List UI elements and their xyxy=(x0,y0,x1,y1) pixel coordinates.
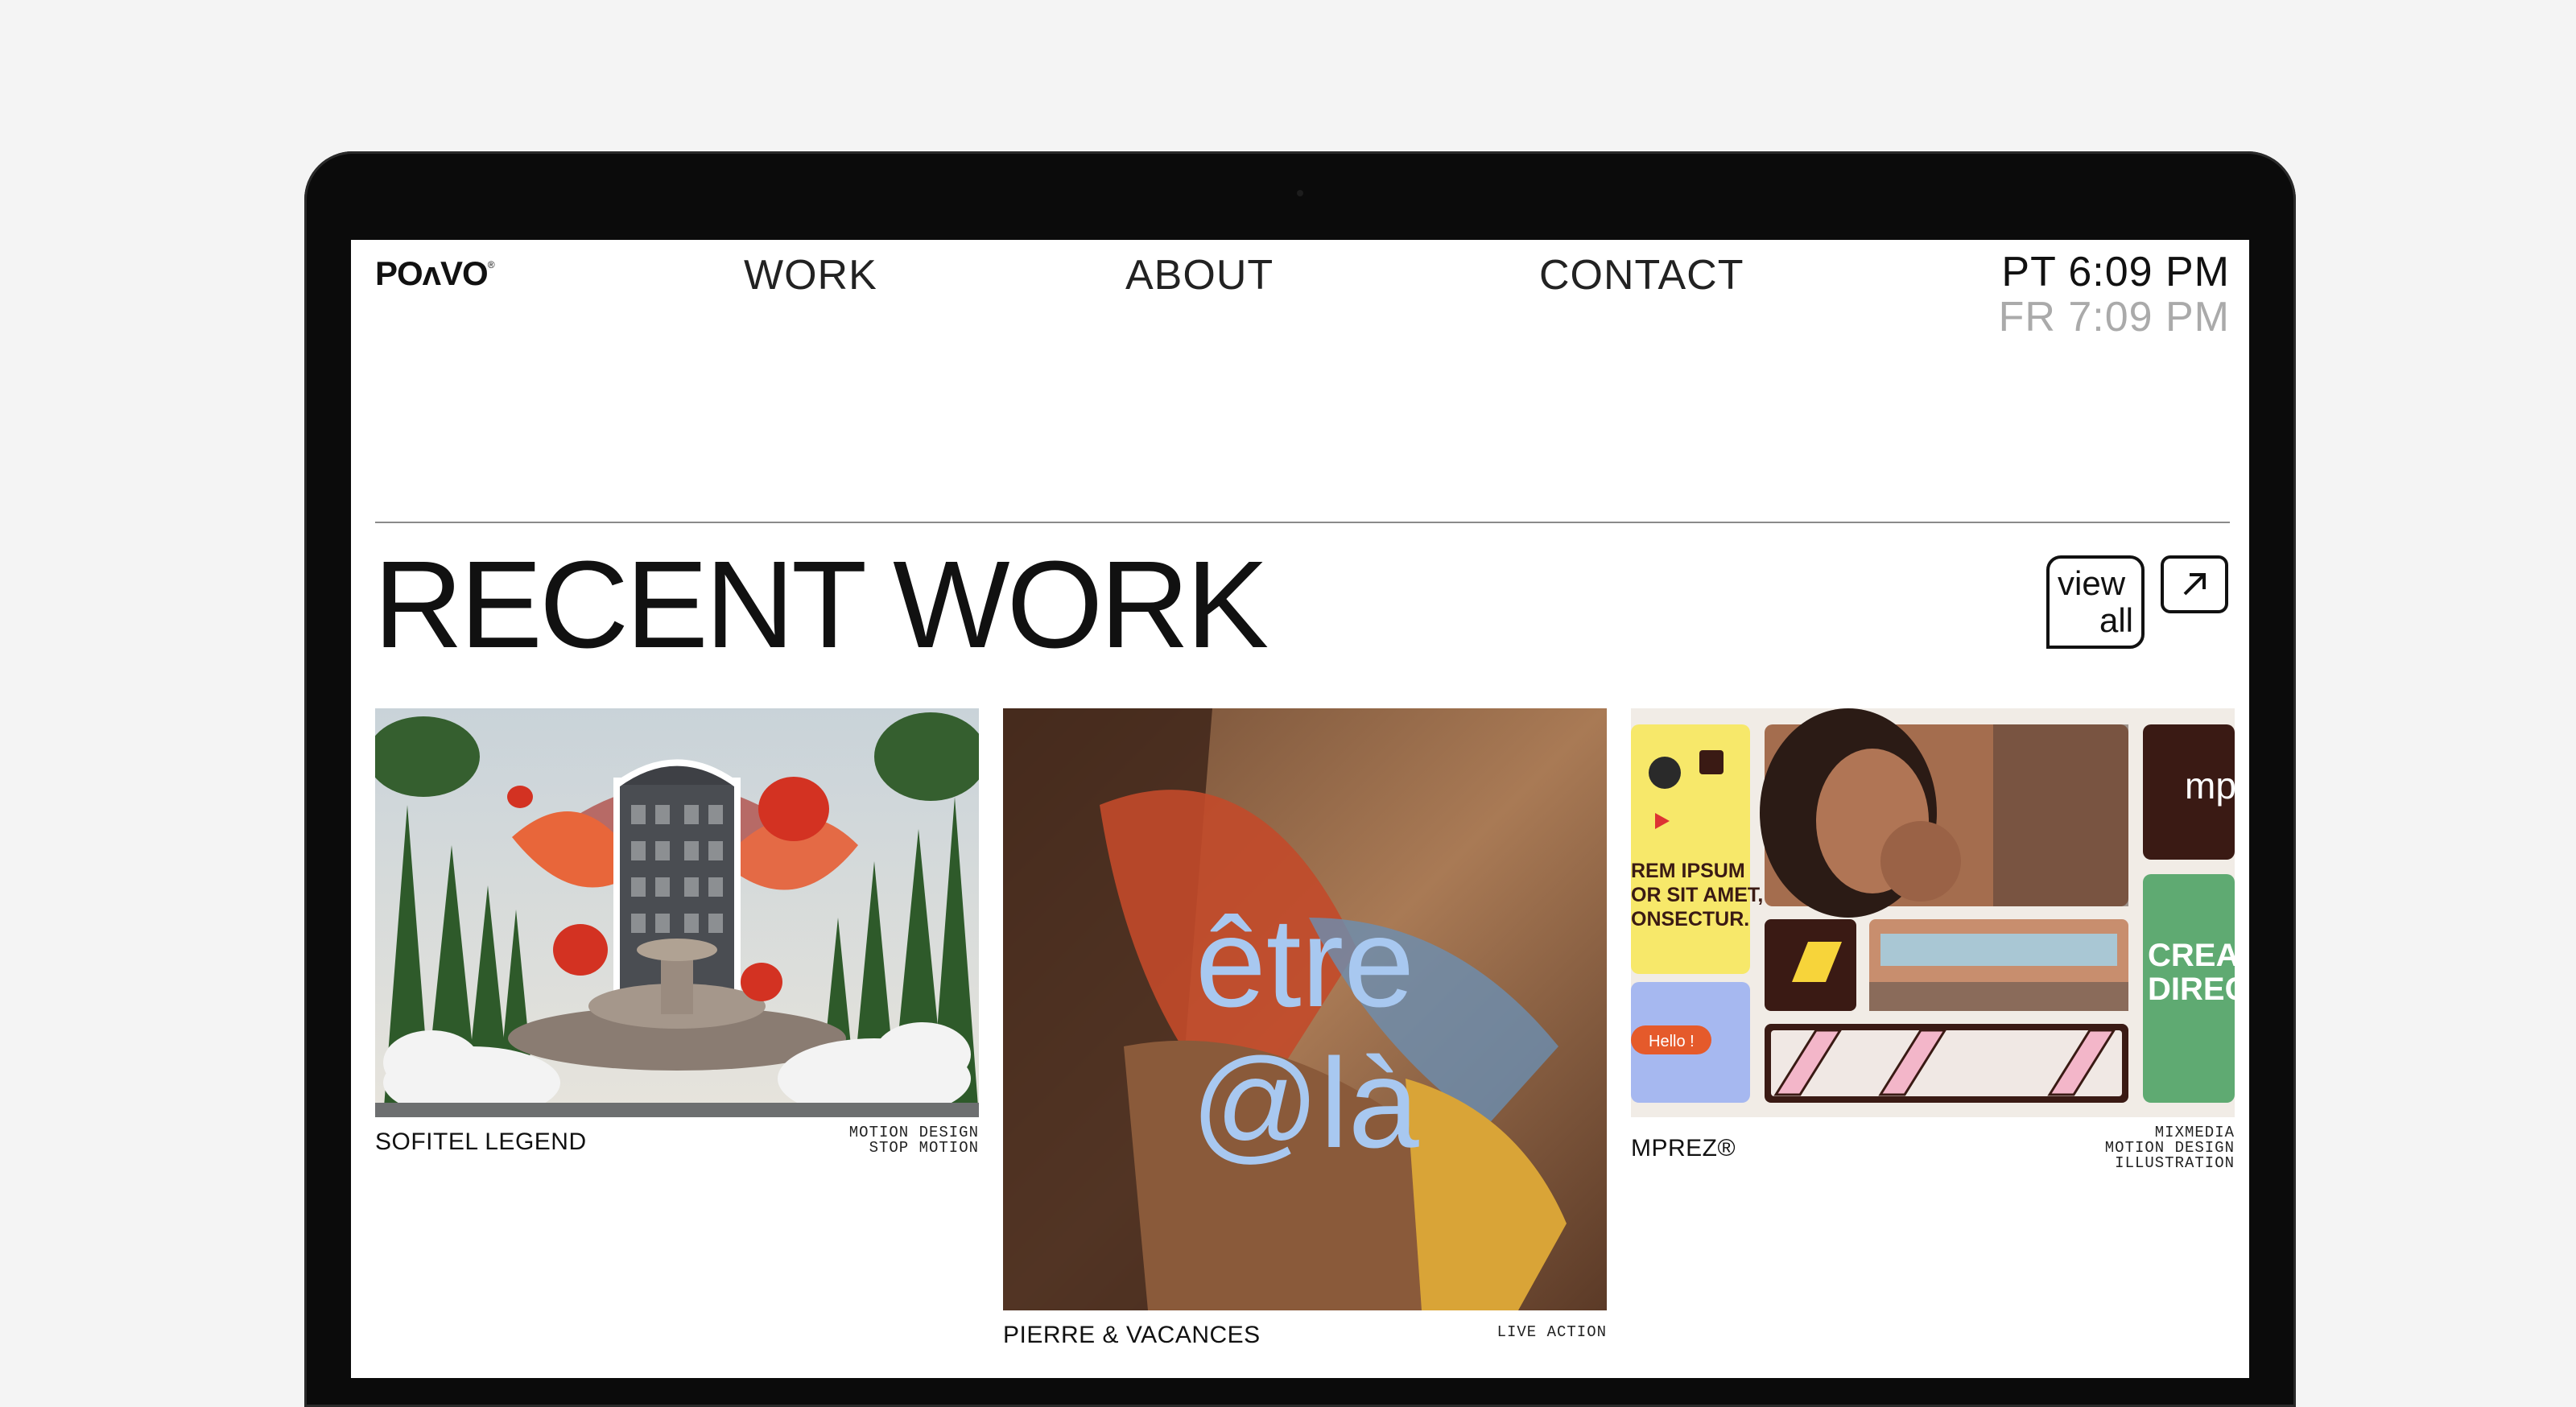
logo-text: POᴧVO xyxy=(375,254,489,292)
section-title: RECENT WORK xyxy=(374,535,1269,674)
nav-about[interactable]: ABOUT xyxy=(1125,251,1274,299)
green-tile-text-1: CREAT xyxy=(2148,938,2235,973)
project-title: PIERRE & VACANCES xyxy=(1003,1322,1261,1348)
project-title: MPREZ® xyxy=(1631,1135,1736,1161)
project-tags: MOTION DESIGN STOP MOTION xyxy=(849,1125,979,1156)
logo-registered-mark: ® xyxy=(487,259,495,270)
project-thumbnail xyxy=(375,708,979,1117)
project-tag: LIVE ACTION xyxy=(1496,1323,1607,1341)
website-screen: POᴧVO® WORK ABOUT CONTACT PT 6:09 PM FR … xyxy=(351,240,2249,1378)
project-card-mprez[interactable]: REM IPSUM OR SIT AMET, ONSECTUR. mp CREA… xyxy=(1631,708,2235,1171)
pierre-vacances-video-still: être @là xyxy=(1003,708,1607,1310)
green-tile-text-2: DIRECT xyxy=(2148,972,2235,1007)
timezone-clocks: PT 6:09 PM FR 7:09 PM xyxy=(1999,250,2230,340)
poster-text-2: OR SIT AMET, xyxy=(1631,884,1763,906)
overlay-text-line2: @là xyxy=(1191,1033,1418,1174)
project-tags: LIVE ACTION xyxy=(1497,1325,1607,1340)
logo[interactable]: POᴧVO® xyxy=(375,254,495,293)
webcam xyxy=(1297,190,1303,196)
project-card-pierre-vacances[interactable]: être @là PIERRE & VACANCES LIVE ACTION xyxy=(1003,708,1607,1348)
poster-text-3: ONSECTUR. xyxy=(1631,908,1749,930)
mp-tile-text: mp xyxy=(2185,765,2235,807)
project-card-sofitel[interactable]: SOFITEL LEGEND MOTION DESIGN STOP MOTION xyxy=(375,708,979,1156)
section-divider xyxy=(375,522,2230,523)
clock-secondary: FR 7:09 PM xyxy=(1998,294,2230,340)
overlay-text-line1: être xyxy=(1195,892,1414,1034)
project-title: SOFITEL LEGEND xyxy=(375,1128,587,1155)
arrow-up-right-icon xyxy=(2183,573,2206,596)
mprez-collage-image: REM IPSUM OR SIT AMET, ONSECTUR. mp CREA… xyxy=(1631,708,2235,1117)
hello-badge-text: Hello ! xyxy=(1649,1033,1695,1050)
open-arrow-button[interactable] xyxy=(2161,555,2228,613)
sofitel-collage-image xyxy=(375,708,979,1117)
view-all-label-line2: all xyxy=(2099,601,2133,639)
nav-work[interactable]: WORK xyxy=(744,251,877,299)
project-thumbnail: être @là xyxy=(1003,708,1607,1310)
project-tag: ILLUSTRATION xyxy=(2115,1154,2235,1172)
clock-primary: PT 6:09 PM xyxy=(2001,249,2230,295)
view-all-label-line1: view xyxy=(2058,564,2126,602)
view-all-button[interactable]: view all xyxy=(2046,555,2145,649)
project-thumbnail: REM IPSUM OR SIT AMET, ONSECTUR. mp CREA… xyxy=(1631,708,2235,1117)
project-tags: MIXMEDIA MOTION DESIGN ILLUSTRATION xyxy=(2105,1125,2235,1171)
project-tag: STOP MOTION xyxy=(869,1139,979,1157)
poster-text-1: REM IPSUM xyxy=(1631,860,1745,882)
nav-contact[interactable]: CONTACT xyxy=(1539,251,1744,299)
